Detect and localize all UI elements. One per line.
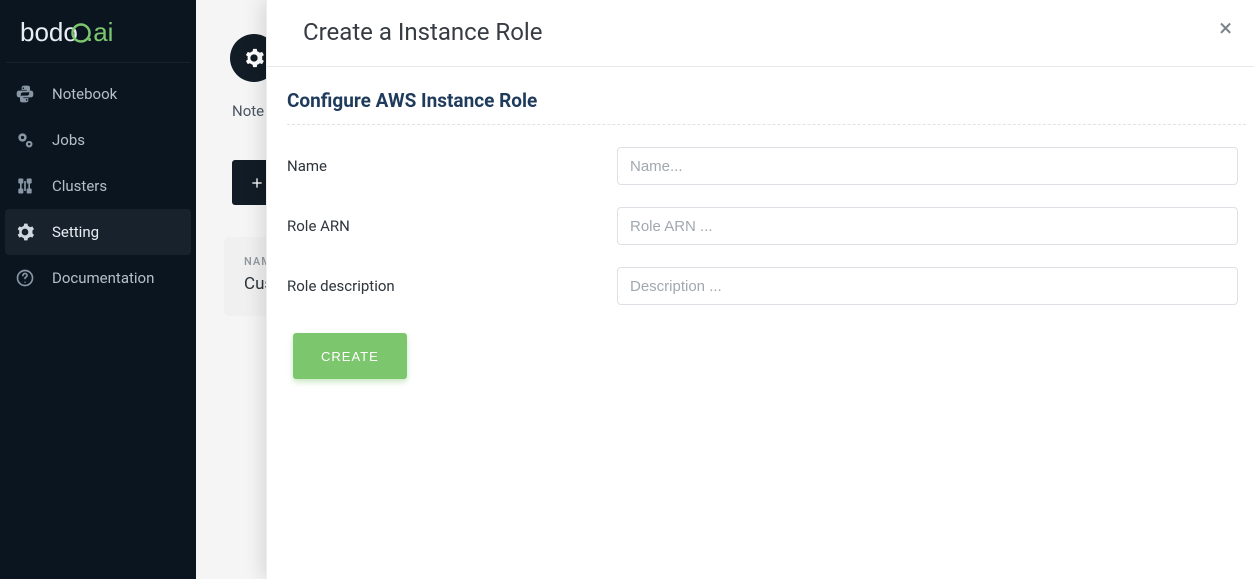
modal-body: Configure AWS Instance Role Name Role AR… bbox=[267, 67, 1254, 379]
gear-icon bbox=[14, 222, 36, 242]
form-row-description: Role description bbox=[287, 267, 1246, 305]
form-row-name: Name bbox=[287, 147, 1246, 185]
section-title: Configure AWS Instance Role bbox=[287, 89, 1246, 112]
section-divider bbox=[287, 124, 1246, 125]
modal-title: Create a Instance Role bbox=[303, 18, 542, 46]
sidebar-item-label: Setting bbox=[52, 223, 99, 241]
python-icon bbox=[14, 84, 36, 104]
gears-icon bbox=[14, 130, 36, 150]
name-label: Name bbox=[287, 157, 617, 175]
logo[interactable]: bodo .ai bbox=[0, 0, 196, 62]
modal-header: Create a Instance Role × bbox=[267, 0, 1254, 67]
description-label: Role description bbox=[287, 277, 617, 295]
nav: Notebook Jobs Clusters Setting Documenta… bbox=[0, 71, 196, 301]
sidebar-item-notebook[interactable]: Notebook bbox=[0, 71, 196, 117]
help-icon bbox=[14, 268, 36, 288]
sidebar-item-label: Notebook bbox=[52, 85, 117, 103]
svg-text:bodo: bodo bbox=[20, 18, 78, 47]
gear-icon bbox=[243, 47, 265, 69]
sidebar-item-label: Documentation bbox=[52, 269, 154, 287]
logo-svg: bodo .ai bbox=[20, 18, 170, 48]
name-input[interactable] bbox=[617, 147, 1238, 185]
sidebar-item-label: Clusters bbox=[52, 177, 107, 195]
sidebar-item-setting[interactable]: Setting bbox=[5, 209, 191, 255]
plus-icon bbox=[249, 175, 265, 191]
role-arn-input[interactable] bbox=[617, 207, 1238, 245]
card-value: Cus bbox=[244, 274, 259, 294]
nodes-icon bbox=[14, 176, 36, 196]
sidebar-item-label: Jobs bbox=[52, 131, 85, 149]
create-button[interactable]: CREATE bbox=[293, 333, 407, 379]
form-row-arn: Role ARN bbox=[287, 207, 1246, 245]
arn-label: Role ARN bbox=[287, 217, 617, 235]
divider bbox=[6, 62, 190, 63]
sidebar-item-clusters[interactable]: Clusters bbox=[0, 163, 196, 209]
role-description-input[interactable] bbox=[617, 267, 1238, 305]
create-instance-role-modal: Create a Instance Role × Configure AWS I… bbox=[266, 0, 1254, 579]
close-button[interactable]: × bbox=[1213, 19, 1238, 37]
close-icon: × bbox=[1219, 14, 1232, 42]
card-label: NAM bbox=[244, 255, 259, 268]
sidebar-item-jobs[interactable]: Jobs bbox=[0, 117, 196, 163]
sidebar: bodo .ai Notebook Jobs Clusters bbox=[0, 0, 196, 579]
sidebar-item-documentation[interactable]: Documentation bbox=[0, 255, 196, 301]
